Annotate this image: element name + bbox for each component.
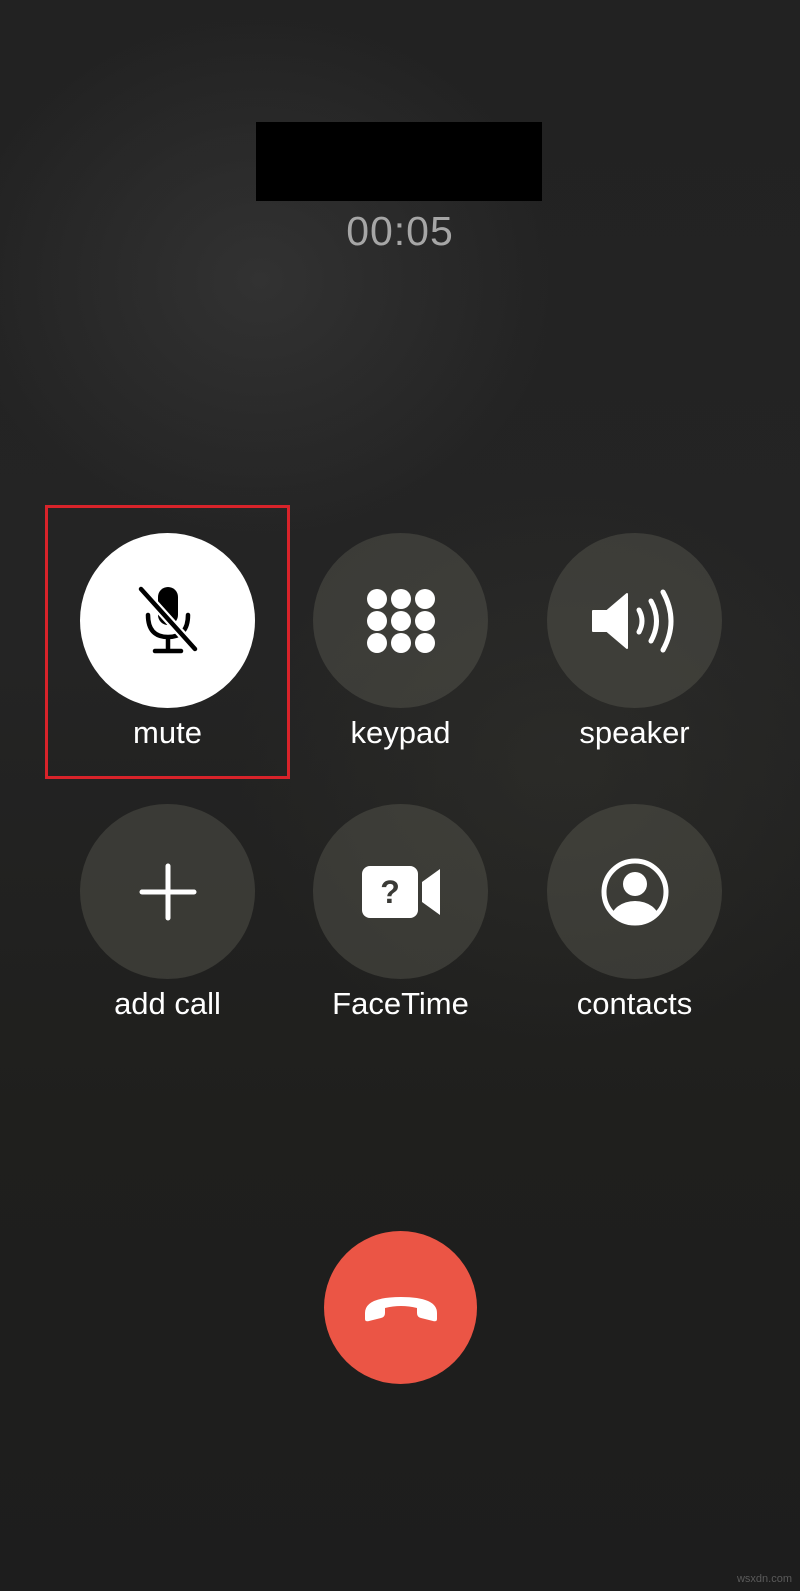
add-call-button-circle[interactable] [80, 804, 255, 979]
facetime-button-circle[interactable]: ? [313, 804, 488, 979]
plus-icon [139, 863, 197, 921]
keypad-button[interactable]: keypad [313, 533, 488, 773]
caller-name-redacted [256, 122, 542, 201]
keypad-label: keypad [350, 715, 451, 750]
call-timer: 00:05 [346, 208, 454, 254]
speaker-wave-icon [589, 588, 681, 654]
contacts-label: contacts [576, 986, 693, 1021]
add-call-button[interactable]: add call [80, 804, 255, 1044]
video-question-icon: ? [360, 864, 442, 920]
mute-button-circle[interactable] [80, 533, 255, 708]
facetime-label: FaceTime [332, 986, 469, 1021]
watermark-text: wsxdn.com [736, 1573, 792, 1585]
facetime-button[interactable]: ? FaceTime [313, 804, 488, 1044]
speaker-label: speaker [579, 715, 690, 750]
speaker-button[interactable]: speaker [547, 533, 722, 773]
person-circle-icon [600, 857, 670, 927]
mute-label: mute [133, 715, 202, 750]
phone-hangup-icon [361, 1293, 441, 1323]
mute-button[interactable]: mute [80, 533, 255, 773]
microphone-slash-icon [133, 581, 203, 661]
keypad-dots-icon [366, 588, 436, 654]
keypad-button-circle[interactable] [313, 533, 488, 708]
contacts-button[interactable]: contacts [547, 804, 722, 1044]
svg-text:?: ? [380, 874, 400, 910]
end-call-button[interactable] [324, 1231, 477, 1384]
speaker-button-circle[interactable] [547, 533, 722, 708]
add-call-label: add call [114, 986, 221, 1021]
contacts-button-circle[interactable] [547, 804, 722, 979]
